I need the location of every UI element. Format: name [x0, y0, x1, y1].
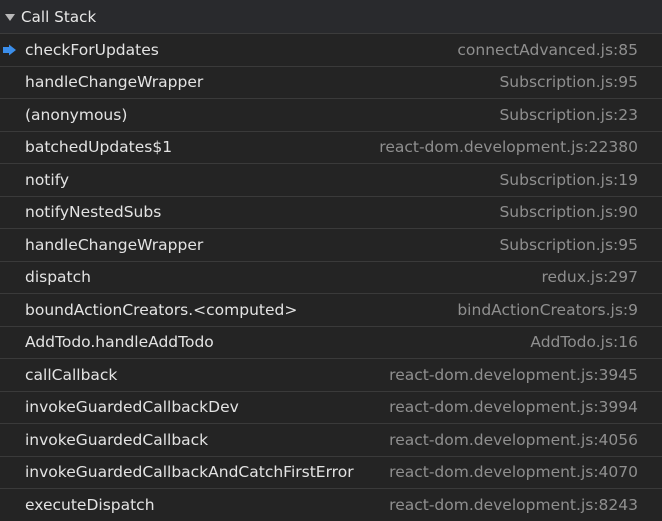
frame-source-location[interactable]: AddTodo.js:16: [530, 333, 638, 351]
call-stack-frame[interactable]: boundActionCreators.<computed> bindAction…: [0, 294, 662, 327]
frame-function-name: handleChangeWrapper: [25, 235, 204, 254]
call-stack-frame[interactable]: (anonymous) Subscription.js:23: [0, 99, 662, 132]
call-stack-frame[interactable]: notify Subscription.js:19: [0, 164, 662, 197]
frame-source-location[interactable]: react-dom.development.js:3945: [389, 366, 638, 384]
current-frame-arrow-icon: [3, 44, 16, 56]
frame-function-name: invokeGuardedCallback: [25, 430, 209, 449]
frame-function-name: batchedUpdates$1: [25, 138, 173, 157]
call-stack-frame[interactable]: checkForUpdates connectAdvanced.js:85: [0, 34, 662, 67]
collapse-caret-icon[interactable]: [5, 13, 15, 21]
call-stack-frame[interactable]: callCallback react-dom.development.js:394…: [0, 359, 662, 392]
frame-function-name: handleChangeWrapper: [25, 73, 204, 92]
frame-source-location[interactable]: react-dom.development.js:8243: [389, 496, 638, 514]
call-stack-header[interactable]: Call Stack: [0, 0, 662, 34]
call-stack-frame[interactable]: invokeGuardedCallback react-dom.developme…: [0, 424, 662, 457]
call-stack-frame[interactable]: handleChangeWrapper Subscription.js:95: [0, 66, 662, 99]
frame-source-location[interactable]: Subscription.js:90: [499, 203, 638, 221]
frame-function-name: executeDispatch: [25, 495, 155, 514]
frame-source-location[interactable]: Subscription.js:95: [499, 236, 638, 254]
call-stack-frame[interactable]: executeDispatch react-dom.development.js:…: [0, 489, 662, 521]
frame-function-name: invokeGuardedCallbackAndCatchFirstError: [25, 463, 354, 482]
call-stack-frame[interactable]: invokeGuardedCallbackAndCatchFirstError r…: [0, 456, 662, 489]
call-stack-frame[interactable]: invokeGuardedCallbackDev react-dom.develo…: [0, 391, 662, 424]
frame-source-location[interactable]: react-dom.development.js:4056: [389, 431, 638, 449]
call-stack-title: Call Stack: [21, 7, 97, 26]
frame-source-location[interactable]: connectAdvanced.js:85: [457, 41, 638, 59]
frame-source-location[interactable]: bindActionCreators.js:9: [457, 301, 638, 319]
call-stack-frame-list: checkForUpdates connectAdvanced.js:85 hand…: [0, 34, 662, 521]
frame-source-location[interactable]: Subscription.js:95: [499, 73, 638, 91]
frame-function-name: boundActionCreators.<computed>: [25, 300, 298, 319]
call-stack-frame[interactable]: notifyNestedSubs Subscription.js:90: [0, 196, 662, 229]
frame-function-name: (anonymous): [25, 105, 128, 124]
call-stack-panel: Call Stack checkForUpdates connectAdvance…: [0, 0, 662, 521]
frame-source-location[interactable]: Subscription.js:19: [499, 171, 638, 189]
frame-source-location[interactable]: redux.js:297: [541, 268, 638, 286]
frame-function-name: invokeGuardedCallbackDev: [25, 398, 239, 417]
call-stack-frame[interactable]: AddTodo.handleAddTodo AddTodo.js:16: [0, 326, 662, 359]
call-stack-frame[interactable]: dispatch redux.js:297: [0, 261, 662, 294]
frame-function-name: checkForUpdates: [25, 40, 159, 59]
frame-source-location[interactable]: react-dom.development.js:22380: [379, 138, 638, 156]
frame-function-name: AddTodo.handleAddTodo: [25, 333, 214, 352]
call-stack-frame[interactable]: handleChangeWrapper Subscription.js:95: [0, 229, 662, 262]
frame-function-name: callCallback: [25, 365, 118, 384]
frame-source-location[interactable]: Subscription.js:23: [499, 106, 638, 124]
frame-function-name: notifyNestedSubs: [25, 203, 162, 222]
frame-function-name: notify: [25, 170, 70, 189]
frame-source-location[interactable]: react-dom.development.js:3994: [389, 398, 638, 416]
frame-source-location[interactable]: react-dom.development.js:4070: [389, 463, 638, 481]
frame-function-name: dispatch: [25, 268, 91, 287]
call-stack-frame[interactable]: batchedUpdates$1 react-dom.development.js…: [0, 131, 662, 164]
